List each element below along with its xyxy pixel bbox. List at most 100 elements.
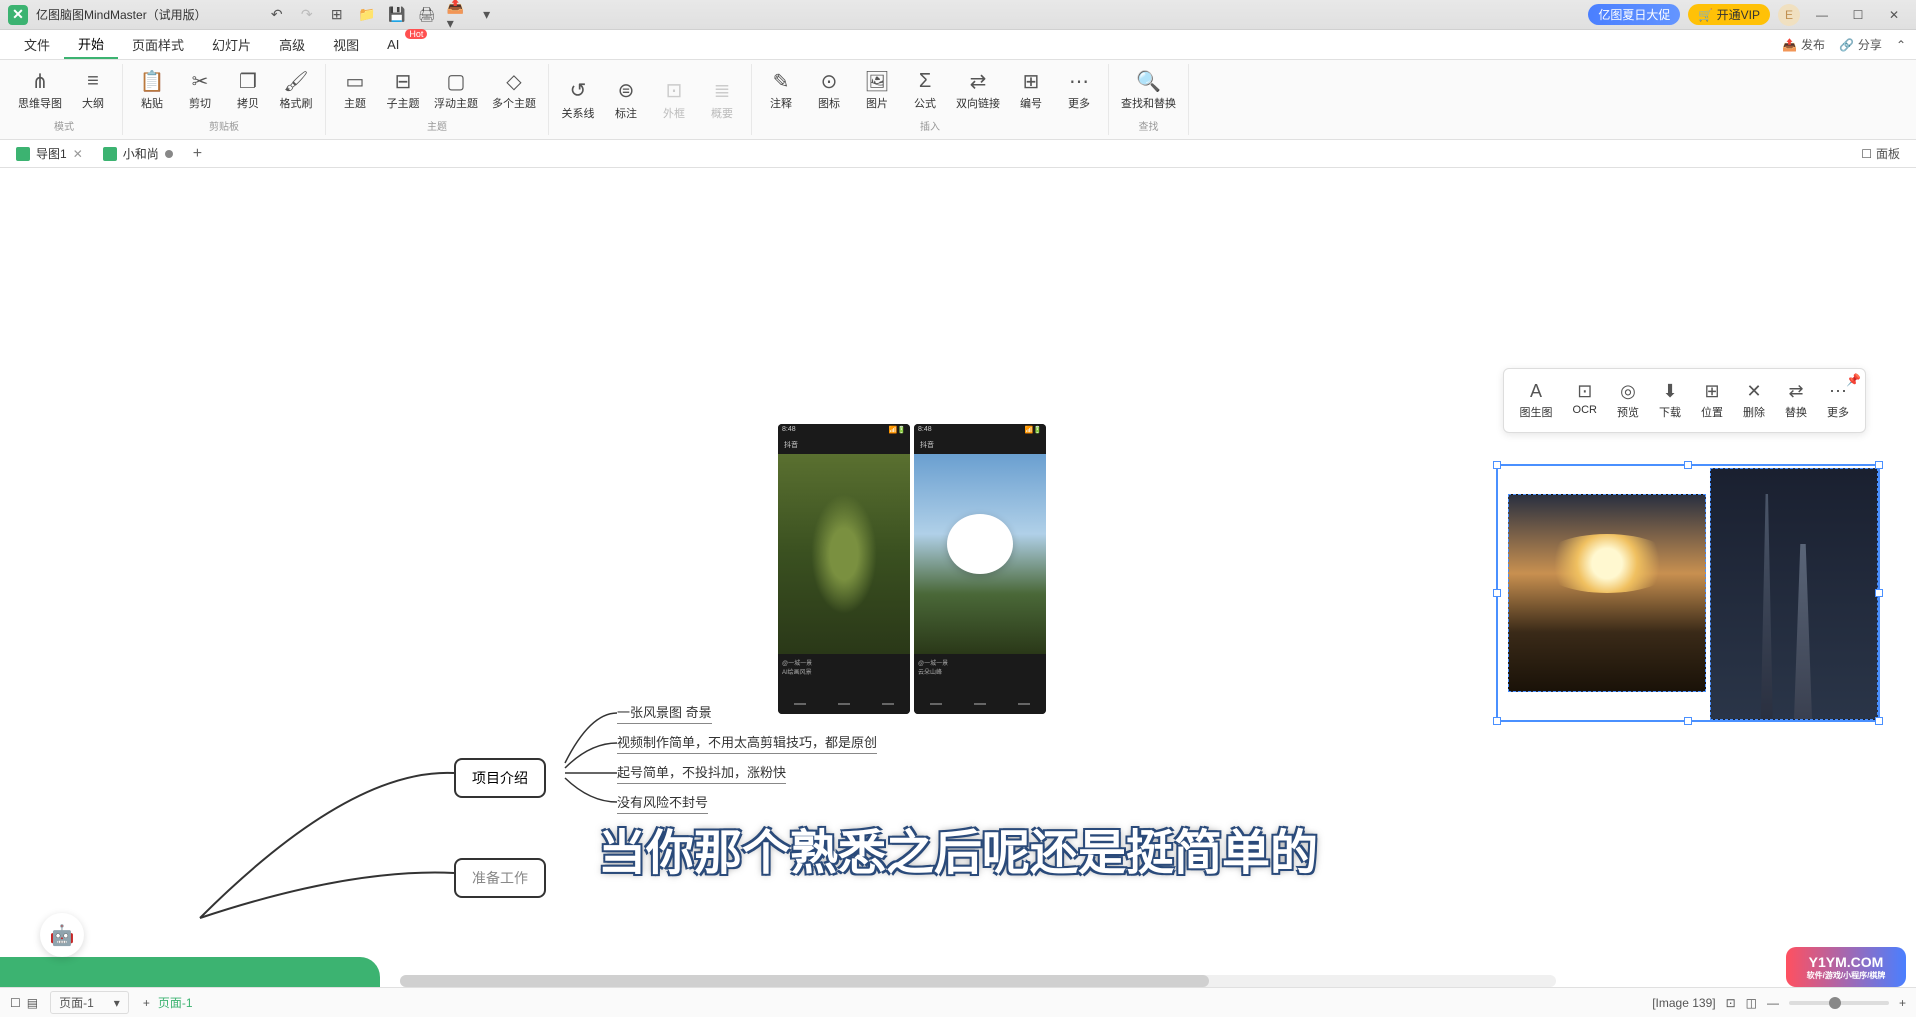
- float-label: 替换: [1785, 404, 1807, 420]
- ribbon-btn-思维导图[interactable]: ⋔思维导图: [12, 64, 68, 116]
- page-selector[interactable]: 页面-1▾: [50, 991, 129, 1014]
- share-link[interactable]: 🔗 分享: [1839, 36, 1882, 53]
- float-btn-删除[interactable]: ✕删除: [1735, 377, 1773, 424]
- outline-view-icon[interactable]: ☐: [10, 996, 21, 1010]
- ribbon-btn-关系线[interactable]: ↺关系线: [555, 64, 601, 135]
- zoom-slider[interactable]: [1789, 1001, 1889, 1005]
- float-btn-OCR[interactable]: ⊡OCR: [1565, 377, 1605, 424]
- mindmap-sub-2[interactable]: 视频制作简单，不用太高剪辑技巧，都是原创: [617, 730, 877, 754]
- zoom-out-button[interactable]: —: [1767, 996, 1779, 1010]
- mindmap-sub-4[interactable]: 没有风险不封号: [617, 790, 708, 814]
- ribbon-btn-双向链接[interactable]: ⇄双向链接: [950, 64, 1006, 116]
- vip-badge[interactable]: 🛒 开通VIP: [1688, 4, 1770, 25]
- menu-file[interactable]: 文件: [10, 31, 64, 58]
- menu-slide[interactable]: 幻灯片: [198, 31, 265, 58]
- add-page-button[interactable]: +: [143, 996, 150, 1010]
- ribbon-btn-子主题[interactable]: ⊟子主题: [380, 64, 426, 116]
- maximize-button[interactable]: ☐: [1844, 5, 1872, 25]
- menu-ai[interactable]: AIHot: [373, 33, 413, 56]
- doc-tab-2[interactable]: 小和尚: [93, 141, 183, 166]
- ribbon-btn-格式刷[interactable]: 🖌格式刷: [273, 64, 319, 116]
- ribbon-btn-剪切[interactable]: ✂剪切: [177, 64, 223, 116]
- redo-icon[interactable]: ↷: [297, 5, 317, 25]
- resize-handle[interactable]: [1875, 461, 1883, 469]
- ribbon-btn-浮动主题[interactable]: ▢浮动主题: [428, 64, 484, 116]
- phone-statusbar: 8:48📶🔋: [914, 424, 1046, 438]
- ribbon-btn-图标[interactable]: ⊙图标: [806, 64, 852, 116]
- ribbon-btn-拷贝[interactable]: ❐拷贝: [225, 64, 271, 116]
- zoom-in-button[interactable]: +: [1899, 996, 1906, 1010]
- ribbon-btn-更多[interactable]: ⋯更多: [1056, 64, 1102, 116]
- ribbon-label: 编号: [1020, 95, 1042, 111]
- ribbon-btn-公式[interactable]: Σ公式: [902, 64, 948, 116]
- menu-advanced[interactable]: 高级: [265, 31, 319, 58]
- mindmap-sub-3[interactable]: 起号简单，不投抖加，涨粉快: [617, 760, 786, 784]
- menu-page-style[interactable]: 页面样式: [118, 31, 198, 58]
- mindmap-node-main[interactable]: 项目介绍: [454, 758, 546, 798]
- ribbon-btn-多个主题[interactable]: ◇多个主题: [486, 64, 542, 116]
- ribbon-btn-主题[interactable]: ▭主题: [332, 64, 378, 116]
- canvas[interactable]: 📌 A图生图⊡OCR◎预览⬇下载⊞位置✕删除⇄替换⋯更多 8:48📶🔋 抖音 @…: [0, 168, 1916, 987]
- float-icon: ✕: [1746, 381, 1761, 402]
- float-icon: ⬇: [1662, 381, 1677, 402]
- ribbon-btn-标注[interactable]: ⊜标注: [603, 64, 649, 135]
- page-view-icon[interactable]: ▤: [27, 996, 38, 1010]
- ribbon-btn-查找和替换[interactable]: 🔍查找和替换: [1115, 64, 1182, 116]
- zoom-thumb[interactable]: [1829, 997, 1841, 1009]
- document-tabs: 导图1 ✕ 小和尚 + ☐ 面板: [0, 140, 1916, 168]
- horizontal-scrollbar[interactable]: [400, 975, 1556, 987]
- mindmap-sub-1[interactable]: 一张风景图 奇景: [617, 700, 712, 724]
- float-icon: ◎: [1620, 381, 1636, 402]
- collapse-ribbon-icon[interactable]: ⌃: [1896, 38, 1906, 52]
- undo-icon[interactable]: ↶: [267, 5, 287, 25]
- print-icon[interactable]: 🖨: [417, 5, 437, 25]
- doc-tab-1[interactable]: 导图1 ✕: [6, 141, 93, 166]
- root-node-shape[interactable]: [0, 957, 380, 987]
- ribbon-group: ▭主题⊟子主题▢浮动主题◇多个主题主题: [326, 64, 549, 135]
- ribbon: ⋔思维导图≡大纲模式📋粘贴✂剪切❐拷贝🖌格式刷剪贴板▭主题⊟子主题▢浮动主题◇多…: [0, 60, 1916, 140]
- ribbon-group: ✎注释⊙图标🖼图片Σ公式⇄双向链接⊞编号⋯更多插入: [752, 64, 1109, 135]
- ribbon-btn-图片[interactable]: 🖼图片: [854, 64, 900, 116]
- page-current[interactable]: 页面-1: [158, 994, 193, 1011]
- ribbon-label: 子主题: [387, 95, 420, 111]
- fit-view-icon[interactable]: ⊡: [1726, 996, 1736, 1010]
- ribbon-btn-大纲[interactable]: ≡大纲: [70, 64, 116, 116]
- float-btn-图生图[interactable]: A图生图: [1512, 377, 1561, 424]
- ribbon-label: 概要: [711, 105, 733, 121]
- ribbon-label: 图片: [866, 95, 888, 111]
- resize-handle[interactable]: [1684, 461, 1692, 469]
- resize-handle[interactable]: [1493, 461, 1501, 469]
- panel-toggle[interactable]: ☐ 面板: [1851, 141, 1910, 166]
- ribbon-btn-注释[interactable]: ✎注释: [758, 64, 804, 116]
- promo-badge[interactable]: 亿图夏日大促: [1588, 4, 1680, 25]
- menu-view[interactable]: 视图: [319, 31, 373, 58]
- save-icon[interactable]: 💾: [387, 5, 407, 25]
- float-btn-预览[interactable]: ◎预览: [1609, 377, 1647, 424]
- zoom-fit-icon[interactable]: ◫: [1746, 996, 1757, 1010]
- hot-badge: Hot: [405, 29, 427, 39]
- new-icon[interactable]: ⊞: [327, 5, 347, 25]
- close-button[interactable]: ✕: [1880, 5, 1908, 25]
- open-icon[interactable]: 📁: [357, 5, 377, 25]
- tab-icon: [103, 147, 117, 161]
- float-btn-位置[interactable]: ⊞位置: [1693, 377, 1731, 424]
- float-btn-下载[interactable]: ⬇下载: [1651, 377, 1689, 424]
- ribbon-icon: ⊙: [821, 69, 838, 93]
- mindmap-node-2[interactable]: 准备工作: [454, 858, 546, 898]
- ribbon-btn-粘贴[interactable]: 📋粘贴: [129, 64, 175, 116]
- pin-icon[interactable]: 📌: [1846, 373, 1861, 387]
- more-quick-icon[interactable]: ▾: [477, 5, 497, 25]
- scrollbar-thumb[interactable]: [400, 975, 1209, 987]
- publish-link[interactable]: 📤 发布: [1782, 36, 1825, 53]
- minimize-button[interactable]: —: [1808, 5, 1836, 25]
- float-icon: ⊞: [1704, 381, 1719, 402]
- float-btn-替换[interactable]: ⇄替换: [1777, 377, 1815, 424]
- tab-close-icon[interactable]: ✕: [73, 147, 83, 161]
- user-avatar[interactable]: E: [1778, 4, 1800, 26]
- add-tab-button[interactable]: +: [183, 141, 212, 167]
- ribbon-btn-编号[interactable]: ⊞编号: [1008, 64, 1054, 116]
- menu-start[interactable]: 开始: [64, 30, 118, 59]
- ribbon-icon: ▢: [447, 69, 466, 93]
- ai-assistant-button[interactable]: 🤖: [40, 913, 84, 957]
- export-icon[interactable]: 📤▾: [447, 5, 467, 25]
